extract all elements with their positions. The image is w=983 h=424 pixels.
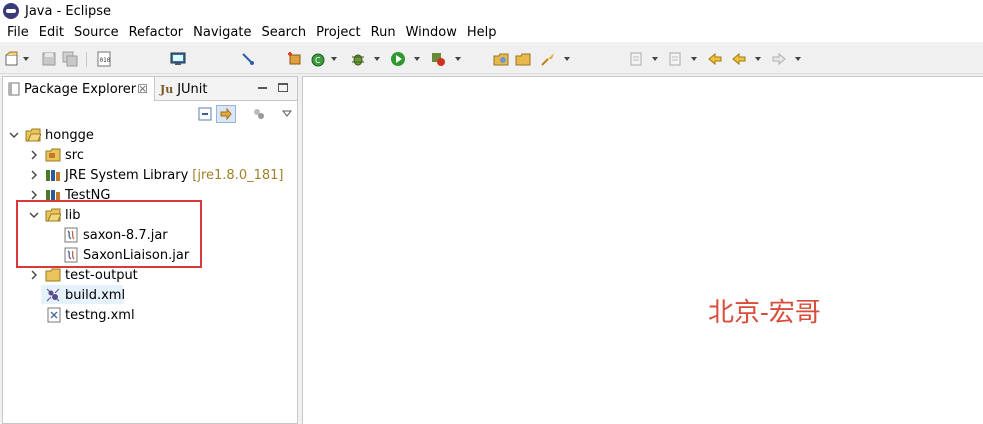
folder-icon (45, 268, 61, 282)
collapsed-chevron-icon[interactable] (29, 150, 39, 160)
debug-dropdown-icon[interactable] (374, 57, 380, 61)
search-tool-icon[interactable] (540, 51, 556, 67)
tree-item-label: JRE System Library (65, 167, 189, 183)
menu-navigate[interactable]: Navigate (188, 25, 256, 40)
jre-version-decoration: [jre1.8.0_181] (192, 167, 284, 183)
menu-source[interactable]: Source (69, 25, 124, 40)
new-java-class-icon[interactable]: C (310, 51, 326, 67)
new-dropdown-icon[interactable] (23, 57, 29, 61)
menu-bar: File Edit Source Refactor Navigate Searc… (0, 22, 983, 42)
tree-item-label: hongge (45, 127, 94, 143)
filters-icon[interactable] (249, 105, 269, 123)
menu-run[interactable]: Run (366, 25, 401, 40)
collapse-all-icon[interactable] (195, 105, 215, 123)
menu-help[interactable]: Help (462, 25, 502, 40)
menu-search[interactable]: Search (256, 25, 311, 40)
run-icon[interactable] (390, 51, 406, 67)
pin-icon[interactable] (240, 51, 256, 67)
new-icon[interactable] (4, 51, 20, 67)
collapsed-chevron-icon[interactable] (29, 170, 39, 180)
source-folder-icon (45, 148, 61, 162)
view-toolbar (3, 102, 297, 126)
package-explorer-icon (8, 82, 20, 96)
tab-junit[interactable]: Ju JUnit (156, 77, 218, 101)
view-menu-chevron-down-icon[interactable] (277, 105, 297, 123)
tree-item-test-output[interactable]: test-output (29, 265, 138, 285)
search-dropdown-icon[interactable] (564, 57, 570, 61)
tab-package-explorer[interactable]: Package Explorer ☒ (3, 77, 155, 101)
tree-item-label: build.xml (65, 287, 126, 303)
view-tabs: Package Explorer ☒ Ju JUnit (3, 77, 297, 101)
tree-item-label: src (65, 147, 84, 163)
junit-icon: Ju (160, 82, 174, 96)
minimize-icon[interactable] (258, 87, 267, 89)
annotation-next-icon[interactable] (628, 51, 644, 67)
toolbar-separator (86, 52, 87, 67)
back-dropdown-icon[interactable] (755, 57, 761, 61)
open-folder-icon[interactable] (515, 51, 531, 67)
menu-refactor[interactable]: Refactor (124, 25, 189, 40)
title-bar: Java - Eclipse (0, 0, 983, 22)
watermark-text: 北京-宏哥 (708, 298, 821, 328)
xml-file-icon (47, 307, 61, 323)
expanded-chevron-icon[interactable] (9, 130, 19, 140)
back-arrow-icon[interactable] (731, 51, 747, 67)
forward-arrow-icon[interactable] (771, 51, 787, 67)
main-toolbar: 010 C (0, 44, 983, 74)
svg-text:C: C (315, 56, 321, 65)
tree-item-build-xml[interactable]: build.xml (45, 285, 125, 305)
tab-package-explorer-label: Package Explorer (24, 81, 137, 97)
new-class-dropdown-icon[interactable] (331, 57, 337, 61)
eclipse-logo-icon (3, 3, 19, 19)
highlight-annotation-box (16, 200, 202, 268)
window-title: Java - Eclipse (25, 3, 112, 19)
external-tools-icon[interactable] (430, 51, 446, 67)
tree-item-label: test-output (65, 267, 138, 283)
link-with-editor-icon[interactable] (216, 105, 236, 123)
tree-item-testng-xml[interactable]: testng.xml (47, 305, 135, 325)
maximize-icon[interactable] (278, 83, 288, 92)
annotation-next-dropdown-icon[interactable] (652, 57, 658, 61)
collapsed-chevron-icon[interactable] (29, 270, 39, 280)
editor-area (302, 76, 983, 424)
close-icon[interactable]: ☒ (137, 82, 148, 96)
console-icon[interactable] (170, 51, 186, 67)
collapsed-chevron-icon[interactable] (29, 190, 39, 200)
debug-icon[interactable] (350, 51, 366, 67)
project-folder-icon (25, 128, 41, 142)
open-type-icon[interactable] (493, 51, 509, 67)
forward-dropdown-icon[interactable] (795, 57, 801, 61)
menu-file[interactable]: File (2, 25, 34, 40)
library-icon (45, 168, 61, 182)
menu-project[interactable]: Project (311, 25, 365, 40)
tree-item-hongge[interactable]: hongge (9, 125, 94, 145)
new-java-package-icon[interactable] (287, 51, 303, 67)
external-tools-dropdown-icon[interactable] (455, 57, 461, 61)
tree-item-label: testng.xml (65, 307, 135, 323)
tab-junit-label: JUnit (177, 81, 208, 97)
save-all-icon[interactable] (62, 51, 78, 67)
menu-window[interactable]: Window (401, 25, 462, 40)
tree-item-src[interactable]: src (29, 145, 84, 165)
menu-edit[interactable]: Edit (34, 25, 69, 40)
svg-text:010: 010 (100, 57, 111, 64)
ant-build-icon (45, 287, 61, 303)
binary-icon[interactable]: 010 (96, 51, 112, 67)
tree-item-jre-system-library[interactable]: JRE System Library [jre1.8.0_181] (29, 165, 283, 185)
save-icon[interactable] (41, 51, 57, 67)
last-edit-icon[interactable] (707, 51, 723, 67)
annotation-prev-icon[interactable] (667, 51, 683, 67)
run-dropdown-icon[interactable] (414, 57, 420, 61)
annotation-prev-dropdown-icon[interactable] (691, 57, 697, 61)
